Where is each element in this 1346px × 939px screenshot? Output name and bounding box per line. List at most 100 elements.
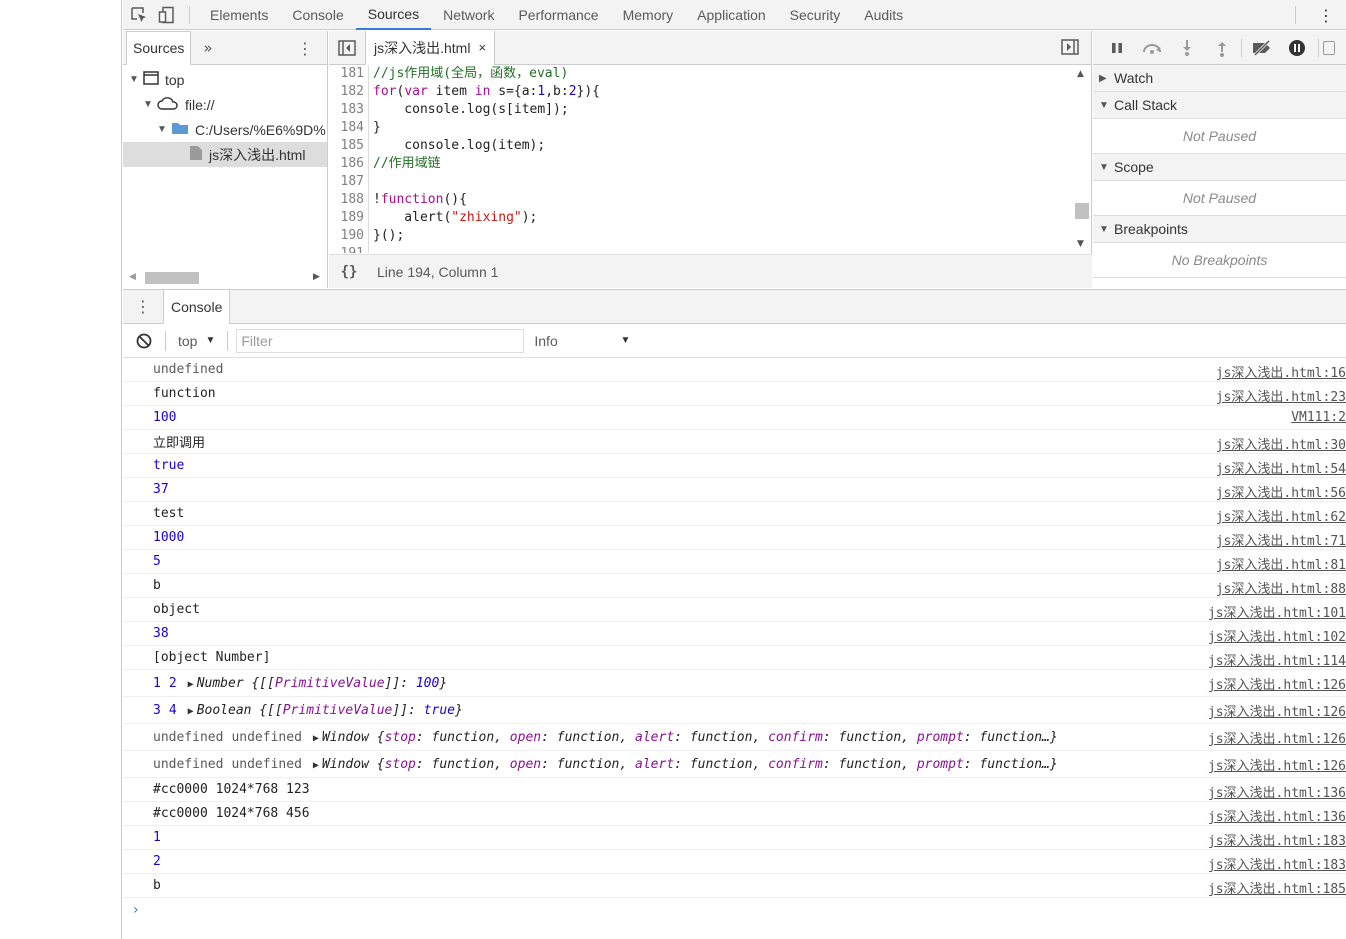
code-line[interactable]: 184} xyxy=(329,119,1092,137)
source-link[interactable]: js深入浅出.html:101 xyxy=(1208,602,1346,621)
source-link[interactable]: js深入浅出.html:16 xyxy=(1216,362,1346,381)
tab-console[interactable]: Console xyxy=(163,289,231,324)
pane-header-scope[interactable]: ▼ Scope xyxy=(1093,154,1346,181)
source-link[interactable]: js深入浅出.html:102 xyxy=(1208,626,1346,645)
pane-header-breakpoints[interactable]: ▼ Breakpoints xyxy=(1093,216,1346,243)
source-link[interactable]: js深入浅出.html:183 xyxy=(1208,854,1346,873)
tab-security[interactable]: Security xyxy=(778,0,853,30)
pane-header-call-stack[interactable]: ▼ Call Stack xyxy=(1093,92,1346,119)
pause-on-exceptions-icon[interactable] xyxy=(1279,31,1314,65)
pretty-print-icon[interactable]: {} xyxy=(329,264,369,280)
step-over-icon[interactable] xyxy=(1134,31,1169,65)
scroll-up-icon[interactable]: ▲ xyxy=(1077,69,1084,79)
expand-triangle-icon[interactable]: ▼ xyxy=(157,124,171,135)
source-link[interactable]: js深入浅出.html:81 xyxy=(1216,554,1346,573)
tab-network[interactable]: Network xyxy=(431,0,506,30)
message-text[interactable]: undefined undefined ▶ Window {stop: functio… xyxy=(153,730,1058,745)
scroll-right-icon[interactable]: ▶ xyxy=(313,272,320,282)
source-link[interactable]: js深入浅出.html:71 xyxy=(1216,530,1346,549)
source-link[interactable]: js深入浅出.html:54 xyxy=(1216,458,1346,477)
line-number[interactable]: 189 xyxy=(329,209,369,227)
message-text[interactable]: 1 2 ▶ Number {[[PrimitiveValue]]: 100} xyxy=(153,676,447,691)
expand-triangle-icon[interactable]: ▼ xyxy=(129,74,143,85)
tab-application[interactable]: Application xyxy=(685,0,778,30)
line-number[interactable]: 190 xyxy=(329,227,369,245)
tab-audits[interactable]: Audits xyxy=(852,0,915,30)
tab-console[interactable]: Console xyxy=(280,0,355,30)
clear-console-icon[interactable] xyxy=(123,333,165,349)
source-link[interactable]: js深入浅出.html:23 xyxy=(1216,386,1346,405)
code-line[interactable]: 187 xyxy=(329,173,1092,191)
code-line[interactable]: 182 for(var item in s={a:1,b:2}){ xyxy=(329,83,1092,101)
customize-menu-icon[interactable]: ⋮ xyxy=(1318,0,1334,30)
pause-icon[interactable] xyxy=(1099,31,1134,65)
tree-item[interactable]: ▼ file:// xyxy=(123,92,327,117)
line-number[interactable]: 185 xyxy=(329,137,369,155)
tab-memory[interactable]: Memory xyxy=(611,0,686,30)
code-line[interactable]: 188 !function(){ xyxy=(329,191,1092,209)
line-number[interactable]: 184 xyxy=(329,119,369,137)
source-link[interactable]: js深入浅出.html:136 xyxy=(1208,782,1346,801)
source-link[interactable]: js深入浅出.html:183 xyxy=(1208,830,1346,849)
source-link[interactable]: js深入浅出.html:126 xyxy=(1208,728,1346,747)
source-link[interactable]: VM111:2 xyxy=(1291,410,1346,425)
navigator-tab-sources[interactable]: Sources xyxy=(126,30,192,65)
code-line[interactable]: 186 //作用域链 xyxy=(329,155,1092,173)
line-number[interactable]: 187 xyxy=(329,173,369,191)
source-link[interactable]: js深入浅出.html:30 xyxy=(1216,434,1346,453)
message-text[interactable]: 3 4 ▶ Boolean {[[PrimitiveValue]]: true} xyxy=(153,703,463,718)
message-text[interactable]: undefined undefined ▶ Window {stop: functio… xyxy=(153,757,1058,772)
expand-triangle-icon[interactable]: ▼ xyxy=(143,99,157,110)
toggle-debugger-icon[interactable] xyxy=(1061,39,1079,59)
line-number[interactable]: 181 xyxy=(329,65,369,83)
line-number[interactable]: 188 xyxy=(329,191,369,209)
line-number[interactable]: 186 xyxy=(329,155,369,173)
console-prompt[interactable]: › xyxy=(123,898,1346,922)
close-tab-icon[interactable]: × xyxy=(478,40,486,55)
scroll-left-icon[interactable]: ◀ xyxy=(129,272,136,282)
source-link[interactable]: js深入浅出.html:88 xyxy=(1216,578,1346,597)
step-out-icon[interactable] xyxy=(1204,31,1239,65)
device-toolbar-icon[interactable] xyxy=(153,0,181,30)
context-selector[interactable]: top ▼ xyxy=(166,333,227,349)
line-number[interactable]: 182 xyxy=(329,83,369,101)
drawer-menu-icon[interactable]: ⋮ xyxy=(123,297,163,316)
code-view[interactable]: 181 //js作用域(全局，函数，eval) 182 for(var item in… xyxy=(329,65,1092,253)
source-link[interactable]: js深入浅出.html:185 xyxy=(1208,878,1346,897)
code-line[interactable]: 189 alert("zhixing"); xyxy=(329,209,1092,227)
code-line[interactable]: 183 console.log(s[item]); xyxy=(329,101,1092,119)
source-link[interactable]: js深入浅出.html:136 xyxy=(1208,806,1346,825)
navigator-menu-icon[interactable]: ⋮ xyxy=(297,39,313,58)
more-tabs-icon[interactable]: » xyxy=(203,39,212,57)
navigator-hscrollbar[interactable]: ◀ ▶ xyxy=(123,268,328,288)
deactivate-breakpoints-icon[interactable] xyxy=(1244,31,1279,65)
tab-sources[interactable]: Sources xyxy=(355,0,432,30)
inspect-element-icon[interactable] xyxy=(125,0,153,30)
tab-elements[interactable]: Elements xyxy=(198,0,280,30)
pane-header-watch[interactable]: ▶ Watch xyxy=(1093,65,1346,92)
source-link[interactable]: js深入浅出.html:62 xyxy=(1216,506,1346,525)
tree-item[interactable]: ▼ C:/Users/%E6%9D% xyxy=(123,117,327,142)
filter-input[interactable] xyxy=(236,328,525,353)
toggle-navigator-icon[interactable] xyxy=(329,31,365,65)
scroll-thumb[interactable] xyxy=(145,272,199,284)
line-number[interactable]: 191 xyxy=(329,245,369,253)
tab-performance[interactable]: Performance xyxy=(506,0,610,30)
line-number[interactable]: 183 xyxy=(329,101,369,119)
tree-item[interactable]: js深入浅出.html xyxy=(123,142,327,167)
code-line[interactable]: 191 xyxy=(329,245,1092,253)
async-checkbox-icon[interactable] xyxy=(1323,40,1335,55)
source-link[interactable]: js深入浅出.html:56 xyxy=(1216,482,1346,501)
log-level-selector[interactable]: Info ▼ xyxy=(534,333,630,349)
scroll-thumb[interactable] xyxy=(1075,203,1089,219)
scroll-down-icon[interactable]: ▼ xyxy=(1077,239,1084,249)
code-line[interactable]: 190}(); xyxy=(329,227,1092,245)
source-link[interactable]: js深入浅出.html:114 xyxy=(1208,650,1346,669)
code-line[interactable]: 181 //js作用域(全局，函数，eval) xyxy=(329,65,1092,83)
code-line[interactable]: 185 console.log(item); xyxy=(329,137,1092,155)
tree-item[interactable]: ▼ top xyxy=(123,67,327,92)
code-vscrollbar[interactable]: ▲ ▼ xyxy=(1073,65,1091,253)
step-into-icon[interactable] xyxy=(1169,31,1204,65)
source-link[interactable]: js深入浅出.html:126 xyxy=(1208,701,1346,720)
source-link[interactable]: js深入浅出.html:126 xyxy=(1208,755,1346,774)
